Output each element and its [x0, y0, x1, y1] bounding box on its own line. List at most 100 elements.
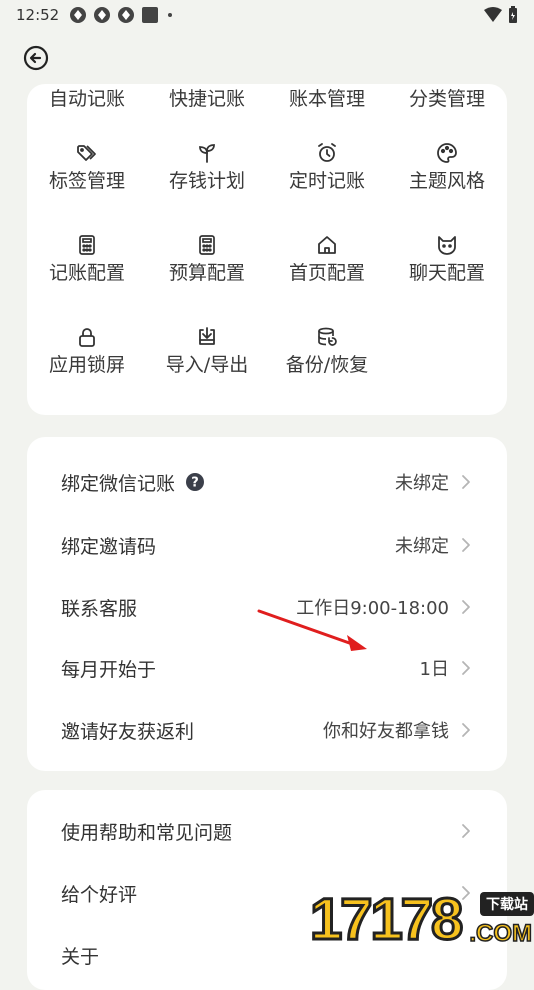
row-label-wrap: 邀请好友获返利	[61, 717, 194, 744]
grid-item-import-export[interactable]: 导入/导出	[147, 324, 267, 378]
grid-item-chat-config[interactable]: 聊天配置	[387, 232, 507, 286]
grid-item-category[interactable]: 分类管理	[387, 84, 507, 112]
status-right	[484, 6, 518, 24]
grid-item-label: 标签管理	[48, 170, 125, 192]
watermark-domain: .COM	[469, 919, 533, 948]
status-left: 12:52	[16, 6, 175, 24]
svg-text:?: ?	[191, 476, 199, 491]
grid-item-ledger[interactable]: 账本管理	[267, 84, 387, 112]
help-icon[interactable]: ?	[185, 472, 205, 492]
row-value: 未绑定	[395, 473, 449, 494]
row-label-wrap: 绑定邀请码	[61, 532, 156, 559]
chevron-right-icon	[462, 475, 470, 489]
grid-item-scheduled[interactable]: 定时记账	[267, 140, 387, 194]
tags-icon	[27, 140, 147, 166]
home-icon	[267, 232, 387, 258]
row-value: 未绑定	[395, 536, 449, 557]
row-value: 你和好友都拿钱	[323, 721, 449, 742]
grid-item-label: 预算配置	[168, 262, 245, 284]
row-label: 邀请好友获返利	[61, 720, 195, 743]
notification-square-icon	[142, 7, 159, 23]
grid-item-label: 记账配置	[48, 262, 125, 284]
grid-item-app-lock[interactable]: 应用锁屏	[27, 324, 147, 378]
invite-friends-row[interactable]: 邀请好友获返利 你和好友都拿钱	[27, 699, 507, 761]
chevron-right-icon	[462, 538, 470, 552]
site-watermark-logo: 17178 下载站 .COM	[308, 887, 534, 952]
row-label: 绑定微信记账	[61, 472, 176, 495]
row-right: 你和好友都拿钱	[323, 717, 471, 743]
row-right	[461, 823, 471, 839]
cat-icon	[387, 232, 507, 258]
row-label-wrap: 绑定微信记账 ?	[61, 469, 205, 496]
status-time: 12:52	[16, 6, 60, 24]
row-label: 绑定邀请码	[61, 535, 157, 558]
notification-dot-icon	[168, 13, 173, 17]
grid-item-tags[interactable]: 标签管理	[27, 140, 147, 194]
contact-support-row[interactable]: 联系客服 工作日9:00-18:00	[27, 576, 507, 638]
row-value: 1日	[419, 659, 449, 680]
bind-invite-code-row[interactable]: 绑定邀请码 未绑定	[27, 514, 507, 576]
grid-item-label: 存钱计划	[168, 170, 245, 192]
row-label: 给个好评	[61, 883, 138, 906]
grid-item-saving-plan[interactable]: 存钱计划	[147, 140, 267, 194]
grid-item-label: 应用锁屏	[48, 354, 125, 376]
row-label-wrap: 关于	[61, 942, 99, 969]
chevron-right-icon	[462, 723, 470, 737]
notification-app-icon	[94, 7, 111, 23]
grid-item-label: 自动记账	[48, 88, 125, 110]
row-label-wrap: 给个好评	[61, 880, 137, 907]
chevron-right-icon	[462, 600, 470, 614]
row-label: 关于	[61, 945, 100, 968]
row-right: 未绑定	[395, 469, 471, 495]
calculator-icon	[147, 232, 267, 258]
row-label: 每月开始于	[61, 658, 157, 681]
calculator-icon	[27, 232, 147, 258]
feature-grid-card: 自动记账 快捷记账 账本管理 分类管理 标签管理 存钱计划 定时记账 主题风格 …	[27, 84, 507, 415]
grid-item-label: 首页配置	[288, 262, 365, 284]
grid-item-home-config[interactable]: 首页配置	[267, 232, 387, 286]
row-right: 未绑定	[395, 532, 471, 558]
grid-item-label: 主题风格	[408, 170, 485, 192]
grid-item-label: 备份/恢复	[285, 354, 369, 376]
grid-item-label: 导入/导出	[165, 354, 249, 376]
grid-item-auto-record[interactable]: 自动记账	[27, 84, 147, 112]
grid-item-label: 聊天配置	[408, 262, 485, 284]
row-value: 工作日9:00-18:00	[296, 598, 449, 619]
notification-app-icon	[70, 7, 87, 23]
grid-item-theme[interactable]: 主题风格	[387, 140, 507, 194]
wifi-icon	[484, 7, 502, 22]
help-faq-row[interactable]: 使用帮助和常见问题	[27, 800, 507, 862]
row-label: 使用帮助和常见问题	[61, 821, 233, 844]
row-right: 1日	[420, 655, 471, 681]
row-label-wrap: 使用帮助和常见问题	[61, 818, 232, 845]
chevron-right-icon	[462, 661, 470, 675]
bind-wechat-row[interactable]: 绑定微信记账 ? 未绑定	[27, 451, 507, 513]
row-label: 联系客服	[61, 597, 138, 620]
row-label-wrap: 每月开始于	[61, 655, 156, 682]
grid-item-label: 分类管理	[408, 88, 485, 110]
watermark-digits: 17178	[308, 887, 464, 952]
month-start-row[interactable]: 每月开始于 1日	[27, 637, 507, 699]
grid-item-budget-config[interactable]: 预算配置	[147, 232, 267, 286]
status-bar: 12:52	[0, 0, 534, 30]
database-backup-icon	[267, 324, 387, 350]
lock-icon	[27, 324, 147, 350]
watermark-badge: 下载站	[480, 892, 534, 916]
grid-item-label: 定时记账	[288, 170, 365, 192]
back-button[interactable]	[22, 44, 50, 72]
chevron-right-icon	[462, 824, 470, 838]
grid-item-record-config[interactable]: 记账配置	[27, 232, 147, 286]
row-label-wrap: 联系客服	[61, 594, 137, 621]
grid-item-label: 账本管理	[288, 88, 365, 110]
grid-item-backup-restore[interactable]: 备份/恢复	[267, 324, 387, 378]
battery-icon	[509, 6, 517, 23]
alarm-clock-icon	[267, 140, 387, 166]
back-arrow-icon	[23, 45, 49, 71]
palette-icon	[387, 140, 507, 166]
grid-item-label: 快捷记账	[168, 88, 245, 110]
grid-item-quick-record[interactable]: 快捷记账	[147, 84, 267, 112]
row-right: 工作日9:00-18:00	[296, 594, 471, 620]
settings-card: 绑定微信记账 ? 未绑定 绑定邀请码 未绑定 联系客服 工作日9:00-18:0…	[27, 437, 507, 771]
sprout-icon	[147, 140, 267, 166]
import-export-icon	[147, 324, 267, 350]
